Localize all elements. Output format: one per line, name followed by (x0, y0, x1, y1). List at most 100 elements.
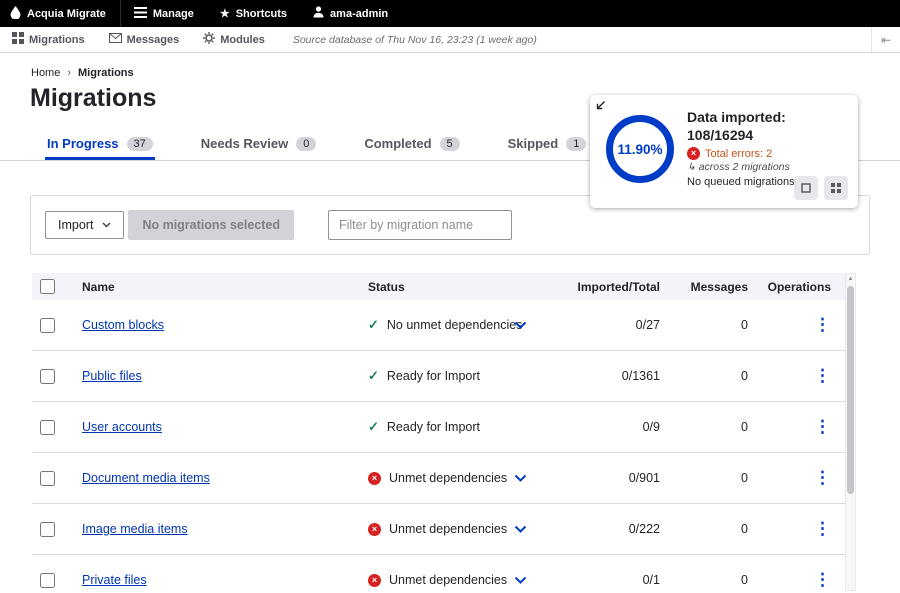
row-checkbox[interactable] (40, 369, 55, 384)
total-errors-link[interactable]: Total errors: 2 (705, 148, 772, 160)
migration-link[interactable]: Custom blocks (82, 318, 164, 332)
tab-label: Skipped (508, 136, 559, 151)
modules-label: Modules (220, 34, 265, 46)
shortcuts-label: Shortcuts (236, 8, 287, 20)
chevron-down-icon[interactable] (514, 576, 527, 584)
success-check-icon: ✓ (368, 368, 379, 384)
kebab-menu-icon[interactable]: ⋮ (814, 570, 831, 589)
header-imported-total: Imported/Total (553, 280, 660, 294)
table-row: Document media items × Unmet dependencie… (32, 453, 845, 504)
scroll-up-arrow-icon[interactable]: ▲ (846, 274, 855, 284)
progress-percent: 11.90% (617, 142, 662, 157)
scrollbar-thumb[interactable] (847, 286, 854, 494)
migration-link[interactable]: Private files (82, 573, 147, 587)
kebab-menu-icon[interactable]: ⋮ (814, 366, 831, 385)
migrations-label: Migrations (29, 34, 85, 46)
breadcrumb-home[interactable]: Home (31, 67, 60, 79)
manage-label: Manage (153, 8, 194, 20)
tab-in-progress[interactable]: In Progress 37 (45, 129, 155, 160)
row-checkbox[interactable] (40, 573, 55, 588)
success-check-icon: ✓ (368, 317, 379, 333)
acquia-migrate-brand[interactable]: Acquia Migrate (0, 0, 121, 27)
status-text: Ready for Import (387, 369, 480, 383)
star-icon: ★ (220, 7, 230, 20)
user-label: ama-admin (330, 8, 388, 20)
brand-label: Acquia Migrate (27, 8, 106, 20)
toolbar-item-migrations[interactable]: Migrations (0, 27, 97, 52)
messages-cell: 0 (660, 573, 748, 587)
status-text: No unmet dependencies (387, 318, 523, 332)
collapse-icon[interactable] (595, 100, 606, 111)
breadcrumb-separator-icon: › (67, 67, 71, 79)
row-checkbox[interactable] (40, 318, 55, 333)
header-operations: Operations (748, 280, 845, 294)
row-checkbox[interactable] (40, 522, 55, 537)
error-icon: × (687, 147, 700, 160)
migration-link[interactable]: Image media items (82, 522, 188, 536)
table-row: Custom blocks ✓ No unmet dependencies 0/… (32, 300, 845, 351)
hamburger-icon (134, 7, 147, 21)
kebab-menu-icon[interactable]: ⋮ (814, 519, 831, 538)
total-errors-line: × Total errors: 2 (687, 147, 846, 160)
error-icon: × (368, 472, 381, 485)
secondary-toolbar: Migrations Messages Modules Source datab… (0, 27, 900, 53)
table-row: User accounts ✓ Ready for Import 0/9 0 ⋮ (32, 402, 845, 453)
manage-menu[interactable]: Manage (121, 0, 207, 27)
kebab-menu-icon[interactable]: ⋮ (814, 315, 831, 334)
imported-total-cell: 0/222 (553, 522, 660, 536)
header-status: Status (368, 280, 553, 294)
grid-view-button[interactable] (824, 176, 848, 200)
admin-toolbar: Acquia Migrate Manage ★ Shortcuts ama-ad… (0, 0, 900, 27)
source-database-note: Source database of Thu Nov 16, 23:23 (1 … (293, 34, 537, 46)
chevron-down-icon[interactable] (514, 525, 527, 533)
tab-count-badge: 1 (566, 137, 586, 151)
toolbar-orientation-icon[interactable]: ⇤ (871, 27, 900, 52)
vertical-scrollbar[interactable]: ▲ (845, 273, 856, 591)
messages-cell: 0 (660, 318, 748, 332)
status-text: Ready for Import (387, 420, 480, 434)
migration-link[interactable]: User accounts (82, 420, 162, 434)
migration-filter-input[interactable] (328, 210, 512, 240)
row-checkbox[interactable] (40, 420, 55, 435)
gear-icon (203, 32, 215, 47)
messages-cell: 0 (660, 522, 748, 536)
toolbar-item-messages[interactable]: Messages (97, 27, 192, 52)
success-check-icon: ✓ (368, 419, 379, 435)
status-text: Unmet dependencies (389, 573, 507, 587)
tab-needs-review[interactable]: Needs Review 0 (199, 129, 319, 160)
tab-skipped[interactable]: Skipped 1 (506, 129, 589, 160)
table-header-row: Name Status Imported/Total Messages Oper… (32, 273, 845, 300)
data-imported-fraction: 108/16294 (687, 126, 846, 144)
messages-cell: 0 (660, 471, 748, 485)
tab-count-badge: 0 (296, 137, 316, 151)
user-menu[interactable]: ama-admin (300, 0, 401, 27)
status-text: Unmet dependencies (389, 522, 507, 536)
selection-status-button: No migrations selected (128, 210, 294, 240)
header-messages: Messages (660, 280, 748, 294)
error-icon: × (368, 574, 381, 587)
stop-button[interactable] (794, 176, 818, 200)
migration-link[interactable]: Document media items (82, 471, 210, 485)
error-icon: × (368, 523, 381, 536)
tab-count-badge: 37 (127, 137, 153, 151)
tab-completed[interactable]: Completed 5 (362, 129, 461, 160)
tab-count-badge: 5 (440, 137, 460, 151)
kebab-menu-icon[interactable]: ⋮ (814, 468, 831, 487)
user-icon (313, 6, 324, 21)
row-checkbox[interactable] (40, 471, 55, 486)
imported-total-cell: 0/1 (553, 573, 660, 587)
select-all-checkbox[interactable] (40, 279, 55, 294)
status-text: Unmet dependencies (389, 471, 507, 485)
kebab-menu-icon[interactable]: ⋮ (814, 417, 831, 436)
shortcuts-menu[interactable]: ★ Shortcuts (207, 0, 300, 27)
header-name: Name (82, 280, 368, 294)
chevron-down-icon[interactable] (514, 474, 527, 482)
migration-link[interactable]: Public files (82, 369, 142, 383)
import-dropdown-button[interactable]: Import (45, 211, 124, 239)
envelope-icon (109, 33, 122, 46)
acquia-droplet-icon (10, 6, 21, 22)
progress-ring: 11.90% (606, 115, 674, 183)
chevron-down-icon[interactable] (514, 321, 527, 329)
toolbar-item-modules[interactable]: Modules (191, 27, 277, 52)
table-row: Public files ✓ Ready for Import 0/1361 0… (32, 351, 845, 402)
